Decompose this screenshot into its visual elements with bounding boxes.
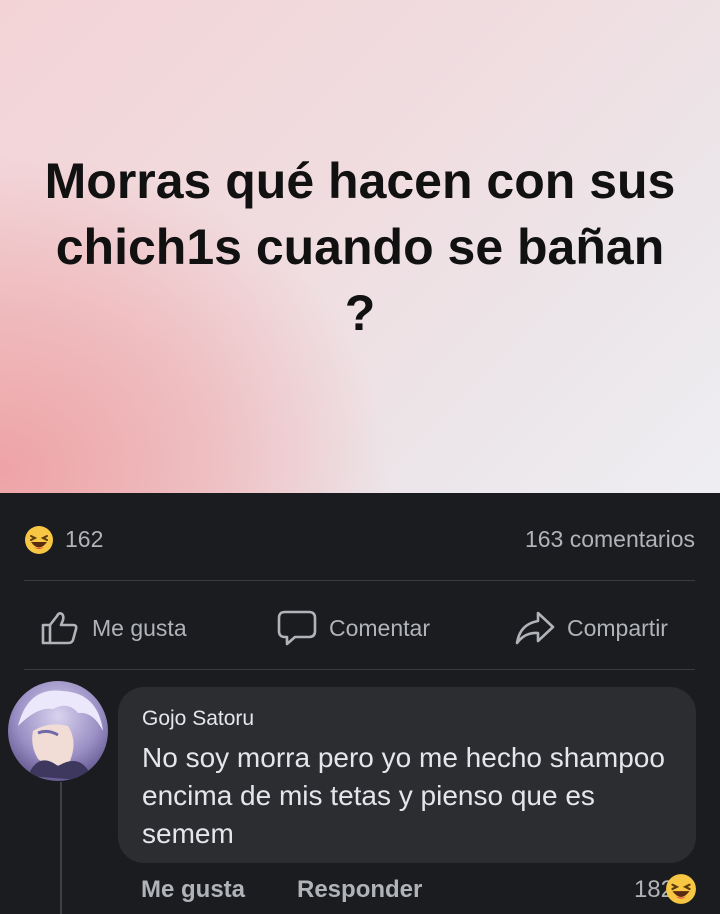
avatar[interactable]	[8, 681, 108, 781]
comment-like-button[interactable]: Me gusta	[141, 876, 245, 910]
like-button[interactable]: Me gusta	[40, 606, 187, 650]
divider	[24, 580, 695, 581]
comment-button[interactable]: Comentar	[277, 606, 430, 650]
share-label: Compartir	[567, 614, 668, 641]
divider	[24, 669, 695, 670]
speech-bubble-icon	[277, 610, 317, 646]
haha-emoji-icon[interactable]	[24, 525, 54, 555]
comment-bubble: Gojo Satoru No soy morra pero yo me hech…	[118, 687, 696, 863]
comment-text: No soy morra pero yo me hecho shampoo en…	[142, 742, 665, 849]
comment-label: Comentar	[329, 614, 430, 641]
share-button[interactable]: Compartir	[515, 606, 668, 650]
post-stats: 162 163 comentarios	[0, 525, 720, 555]
avatar-image	[8, 681, 108, 781]
reaction-count[interactable]: 162	[65, 526, 103, 553]
comments-count[interactable]: 163 comentarios	[525, 526, 695, 553]
haha-emoji-icon[interactable]	[665, 873, 697, 905]
thumbs-up-icon	[41, 612, 78, 645]
like-label: Me gusta	[92, 614, 187, 641]
comment-author[interactable]: Gojo Satoru	[142, 707, 254, 731]
post-image[interactable]: Morras qué hacen con sus chich1s cuando …	[0, 0, 720, 493]
post-text: Morras qué hacen con sus chich1s cuando …	[44, 153, 676, 341]
comment-reply-button[interactable]: Responder	[297, 876, 422, 910]
thread-line	[60, 782, 62, 914]
share-arrow-icon	[515, 611, 555, 645]
